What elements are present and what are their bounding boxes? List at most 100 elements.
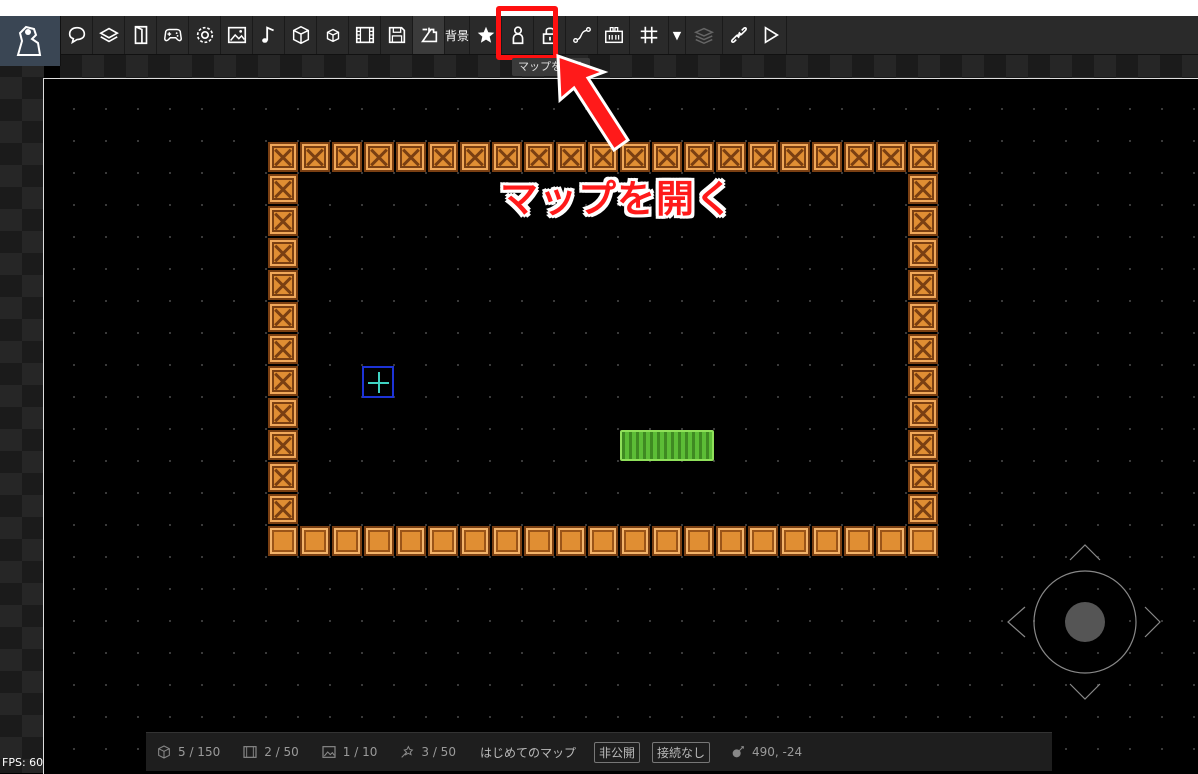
small-cube-icon[interactable] <box>317 16 349 54</box>
open-map-icon <box>420 27 437 43</box>
crate-tile[interactable] <box>268 462 298 492</box>
crate-tile[interactable] <box>780 526 810 556</box>
crate-tile[interactable] <box>620 526 650 556</box>
crate-tile[interactable] <box>908 270 938 300</box>
background-button[interactable]: 背景 <box>445 16 470 54</box>
crate-tile[interactable] <box>908 366 938 396</box>
scenes-count: 2 / 50 <box>242 744 299 760</box>
film-icon[interactable] <box>349 16 381 54</box>
crate-tile[interactable] <box>332 526 362 556</box>
speech-bubble-icon[interactable] <box>61 16 93 54</box>
save-icon[interactable] <box>381 16 413 54</box>
crate-tile[interactable] <box>908 494 938 524</box>
crate-tile[interactable] <box>268 526 298 556</box>
gear-icon[interactable] <box>189 16 221 54</box>
crate-tile[interactable] <box>908 398 938 428</box>
images-count: 1 / 10 <box>321 744 377 760</box>
crate-tile[interactable] <box>844 142 874 172</box>
play-icon[interactable] <box>755 16 787 54</box>
crate-tile[interactable] <box>780 142 810 172</box>
crate-tile[interactable] <box>908 206 938 236</box>
top-strip <box>0 0 1198 16</box>
crate-tile[interactable] <box>268 366 298 396</box>
crate-tile[interactable] <box>396 142 426 172</box>
path-icon[interactable] <box>566 16 598 54</box>
crate-tile[interactable] <box>844 526 874 556</box>
virtual-joystick[interactable] <box>1000 540 1170 705</box>
coordinates-value: 490, -24 <box>752 745 803 759</box>
film-icon <box>243 746 257 758</box>
objects-count: 5 / 150 <box>156 744 220 760</box>
crate-tile[interactable] <box>268 430 298 460</box>
crate-tile[interactable] <box>492 526 522 556</box>
crate-tile[interactable] <box>908 302 938 332</box>
crate-tile[interactable] <box>396 526 426 556</box>
crate-tile[interactable] <box>716 526 746 556</box>
crate-tile[interactable] <box>300 526 330 556</box>
crate-tile[interactable] <box>908 174 938 204</box>
crate-tile[interactable] <box>364 526 394 556</box>
crate-tile[interactable] <box>460 526 490 556</box>
crate-tile[interactable] <box>908 238 938 268</box>
database-icon[interactable] <box>598 16 630 54</box>
crate-tile[interactable] <box>684 526 714 556</box>
music-note-icon[interactable] <box>253 16 285 54</box>
crate-tile[interactable] <box>748 526 778 556</box>
crate-tile[interactable] <box>428 142 458 172</box>
coordinates-readout: 490, -24 <box>730 744 802 760</box>
image-icon[interactable] <box>221 16 253 54</box>
connection-badge[interactable]: 接続なし <box>651 741 710 763</box>
crate-tile[interactable] <box>876 142 906 172</box>
status-bar: 5 / 150 2 / 50 1 / 10 3 / 50 はじめてのマップ 非公… <box>146 732 1052 771</box>
crate-tile[interactable] <box>268 398 298 428</box>
crate-tile[interactable] <box>524 526 554 556</box>
crate-tile[interactable] <box>908 334 938 364</box>
chevron-down-icon: ▼ <box>672 28 682 42</box>
crate-tile[interactable] <box>908 462 938 492</box>
crate-tile[interactable] <box>428 526 458 556</box>
crate-tile[interactable] <box>652 526 682 556</box>
crate-tile[interactable] <box>268 494 298 524</box>
link-icon[interactable] <box>723 16 755 54</box>
crate-tile[interactable] <box>812 526 842 556</box>
crate-tile[interactable] <box>748 142 778 172</box>
crate-tile[interactable] <box>364 142 394 172</box>
crate-tile[interactable] <box>332 142 362 172</box>
image-icon <box>322 746 336 758</box>
logo-icon[interactable] <box>0 16 61 66</box>
crate-tile[interactable] <box>268 334 298 364</box>
player-start-marker[interactable] <box>362 366 394 398</box>
crate-tile[interactable] <box>268 302 298 332</box>
crate-tile[interactable] <box>460 142 490 172</box>
crate-tile[interactable] <box>908 526 938 556</box>
grid-dropdown-button[interactable]: ▼ <box>669 16 686 54</box>
crate-tile[interactable] <box>268 238 298 268</box>
canvas-left-margin <box>0 55 44 773</box>
cube-icon[interactable] <box>285 16 317 54</box>
grid-icon[interactable] <box>630 16 669 54</box>
effect-icon <box>401 745 414 758</box>
crate-tile[interactable] <box>268 206 298 236</box>
pointer-arrow-icon <box>556 53 631 153</box>
crate-tile[interactable] <box>908 142 938 172</box>
cursor-position-icon <box>732 746 744 758</box>
crate-tile[interactable] <box>268 270 298 300</box>
effects-count: 3 / 50 <box>399 744 456 760</box>
door-icon[interactable] <box>125 16 157 54</box>
crate-tile[interactable] <box>300 142 330 172</box>
crate-tile[interactable] <box>908 430 938 460</box>
crate-tile[interactable] <box>268 142 298 172</box>
stack-icon[interactable] <box>686 16 723 54</box>
crate-tile[interactable] <box>268 174 298 204</box>
crate-tile[interactable] <box>876 526 906 556</box>
crate-tile[interactable] <box>588 526 618 556</box>
crate-tile[interactable] <box>812 142 842 172</box>
grass-platform[interactable] <box>620 430 714 461</box>
fps-counter: FPS: 60 <box>2 756 44 769</box>
open-map-button[interactable] <box>413 16 445 54</box>
scenes-count-value: 2 / 50 <box>264 745 299 759</box>
layers-icon[interactable] <box>93 16 125 54</box>
crate-tile[interactable] <box>556 526 586 556</box>
gamepad-icon[interactable] <box>157 16 189 54</box>
visibility-badge[interactable]: 非公開 <box>593 741 640 763</box>
